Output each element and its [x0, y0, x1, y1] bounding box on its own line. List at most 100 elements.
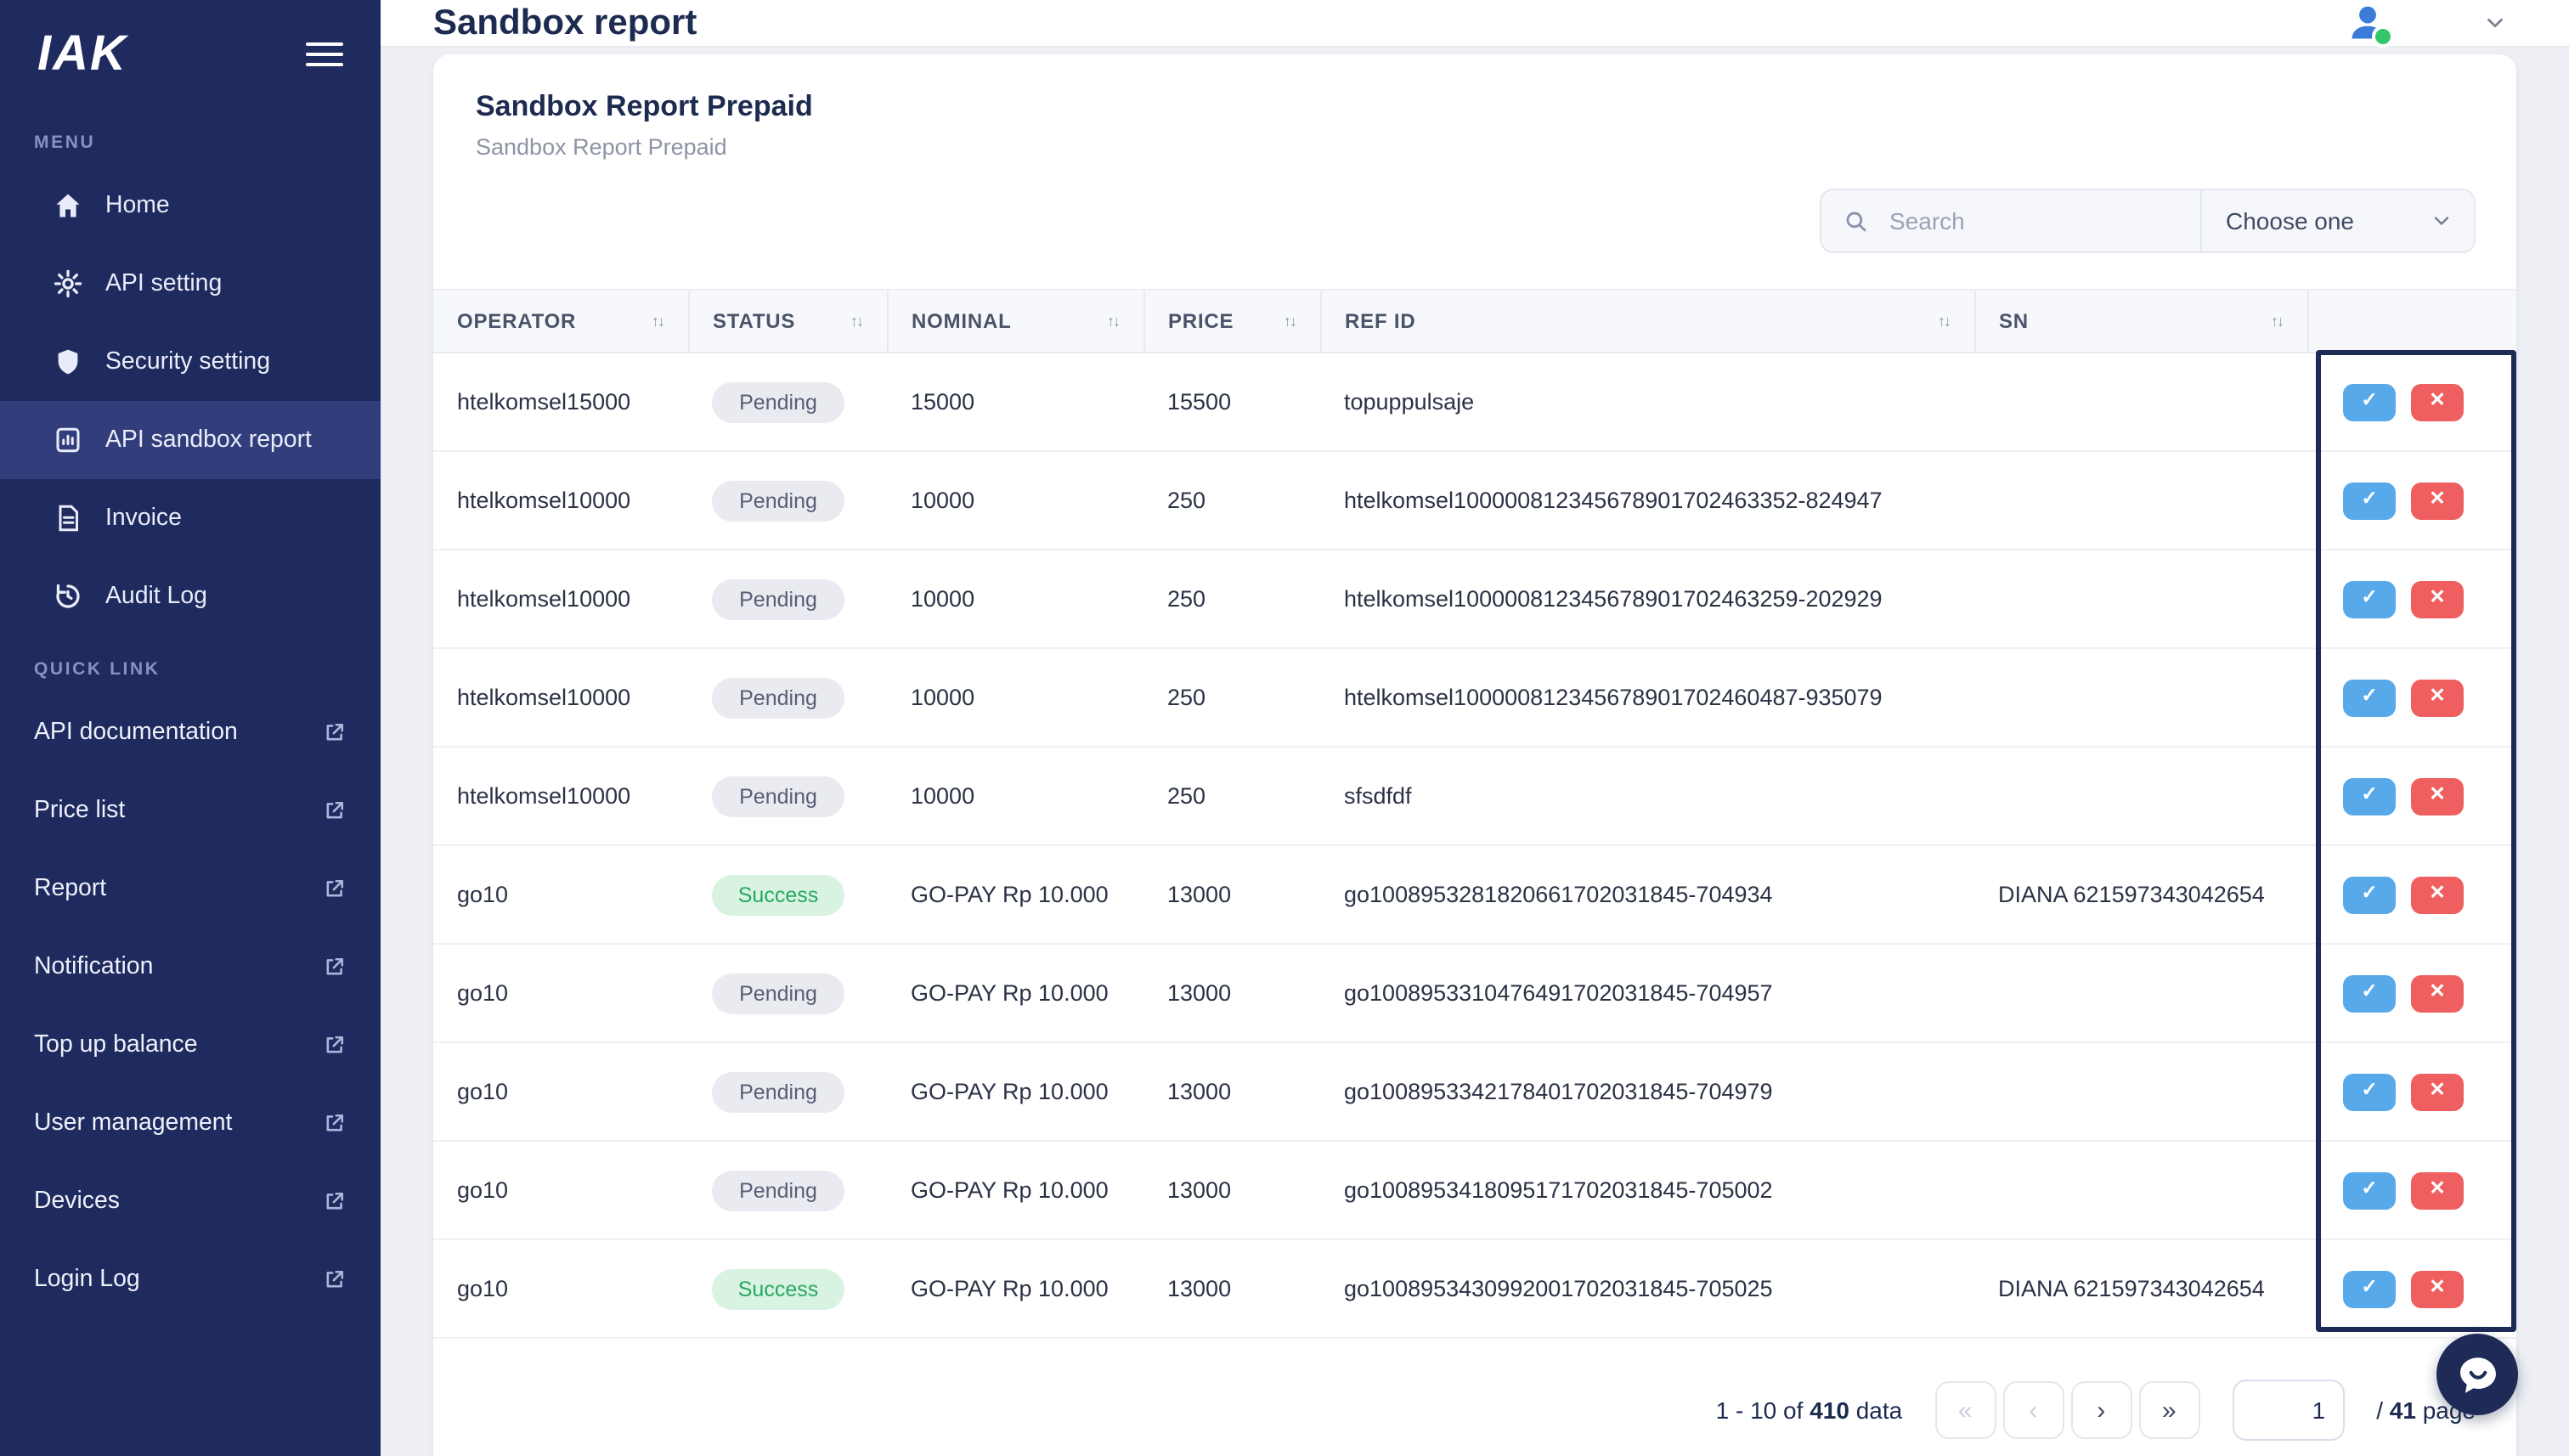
chevron-down-icon[interactable] — [2482, 10, 2508, 36]
check-icon: ✓ — [2361, 1178, 2378, 1199]
close-icon: ✕ — [2429, 390, 2446, 411]
table-row: go10 Pending GO-PAY Rp 10.000 13000 go10… — [433, 1141, 2516, 1240]
prev-page-button[interactable]: ‹ — [2002, 1381, 2064, 1439]
cell-price: 13000 — [1143, 944, 1320, 1043]
approve-button[interactable]: ✓ — [2343, 777, 2396, 815]
sort-icon: ↑↓ — [850, 313, 864, 330]
approve-button[interactable]: ✓ — [2343, 679, 2396, 716]
reject-button[interactable]: ✕ — [2411, 580, 2464, 618]
approve-button[interactable]: ✓ — [2343, 1073, 2396, 1110]
card-header: Sandbox Report Prepaid Sandbox Report Pr… — [433, 54, 2516, 160]
check-icon: ✓ — [2361, 981, 2378, 1002]
cell-actions: ✓ ✕ — [2307, 747, 2516, 846]
user-avatar[interactable] — [2345, 0, 2394, 48]
pager-buttons: « ‹ › » — [1934, 1381, 2200, 1439]
column-header-sn[interactable]: SN ↑↓ — [1973, 289, 2307, 353]
external-link-icon — [323, 1033, 347, 1057]
approve-button[interactable]: ✓ — [2343, 974, 2396, 1012]
sidebar-item-home[interactable]: Home — [0, 166, 381, 245]
approve-button[interactable]: ✓ — [2343, 383, 2396, 420]
status-badge: Pending — [712, 480, 844, 521]
cell-status: Success — [688, 845, 887, 945]
sidebar-item-audit-log[interactable]: Audit Log — [0, 557, 381, 635]
reject-button[interactable]: ✕ — [2411, 383, 2464, 420]
approve-button[interactable]: ✓ — [2343, 482, 2396, 519]
cell-actions: ✓ ✕ — [2307, 451, 2516, 550]
cell-ref-id: sfsdfdf — [1320, 747, 1974, 846]
table-row: htelkomsel10000 Pending 10000 250 htelko… — [433, 648, 2516, 748]
sidebar-item-api-setting[interactable]: API setting — [0, 245, 381, 323]
sidebar-item-api-sandbox-report[interactable]: API sandbox report — [0, 401, 381, 479]
approve-button[interactable]: ✓ — [2343, 1270, 2396, 1307]
reject-button[interactable]: ✕ — [2411, 1171, 2464, 1209]
reject-button[interactable]: ✕ — [2411, 1073, 2464, 1110]
cell-nominal: GO-PAY Rp 10.000 — [887, 1042, 1143, 1142]
quicklink-price-list[interactable]: Price list — [0, 771, 381, 849]
quicklink-login-log[interactable]: Login Log — [0, 1240, 381, 1318]
table-row: go10 Pending GO-PAY Rp 10.000 13000 go10… — [433, 1042, 2516, 1142]
cell-nominal: GO-PAY Rp 10.000 — [887, 845, 1143, 945]
sort-icon: ↑↓ — [1938, 313, 1951, 330]
cell-sn — [1974, 944, 2307, 1043]
column-header-nominal[interactable]: NOMINAL ↑↓ — [886, 289, 1143, 353]
sidebar-item-label: Audit Log — [105, 583, 207, 610]
cell-price: 15500 — [1143, 353, 1320, 452]
menu-section-label: MENU — [34, 133, 96, 153]
reject-button[interactable]: ✕ — [2411, 777, 2464, 815]
cell-operator: htelkomsel10000 — [433, 747, 688, 846]
column-header-price[interactable]: PRICE ↑↓ — [1143, 289, 1320, 353]
card-title: Sandbox Report Prepaid — [476, 90, 813, 122]
first-page-button[interactable]: « — [1934, 1381, 1996, 1439]
external-link-icon — [323, 1111, 347, 1135]
close-icon: ✕ — [2429, 587, 2446, 608]
cell-nominal: 10000 — [887, 648, 1143, 748]
quicklink-user-management[interactable]: User management — [0, 1084, 381, 1162]
cell-status: Pending — [688, 944, 887, 1043]
status-badge: Pending — [712, 578, 844, 619]
filter-dropdown[interactable]: Choose one — [2200, 190, 2474, 251]
reject-button[interactable]: ✕ — [2411, 876, 2464, 913]
last-page-button[interactable]: » — [2138, 1381, 2200, 1439]
sort-icon: ↑↓ — [1107, 313, 1121, 330]
column-header-actions — [2306, 289, 2516, 353]
search-input[interactable] — [1886, 206, 2183, 236]
home-icon — [53, 190, 83, 221]
reject-button[interactable]: ✕ — [2411, 679, 2464, 716]
external-link-icon — [323, 955, 347, 979]
approve-button[interactable]: ✓ — [2343, 580, 2396, 618]
main-area: Sandbox report Sandbox Report Prepaid Sa… — [381, 0, 2569, 1456]
quicklink-report[interactable]: Report — [0, 849, 381, 928]
reject-button[interactable]: ✕ — [2411, 974, 2464, 1012]
sidebar-item-invoice[interactable]: Invoice — [0, 479, 381, 557]
chat-bubble-icon — [2454, 1352, 2500, 1397]
quicklink-devices[interactable]: Devices — [0, 1162, 381, 1240]
column-header-ref-id[interactable]: REF ID ↑↓ — [1319, 289, 1974, 353]
quicklink-top-up-balance[interactable]: Top up balance — [0, 1006, 381, 1084]
sidebar-item-security-setting[interactable]: Security setting — [0, 323, 381, 401]
menu-toggle-icon[interactable] — [306, 30, 343, 80]
close-icon: ✕ — [2429, 686, 2446, 707]
cell-ref-id: go1008953430992001702031845-705025 — [1320, 1239, 1974, 1339]
status-badge: Pending — [712, 1170, 844, 1211]
cell-sn — [1974, 451, 2307, 550]
reject-button[interactable]: ✕ — [2411, 1270, 2464, 1307]
cell-status: Pending — [688, 550, 887, 649]
sort-icon: ↑↓ — [652, 313, 665, 330]
page-title: Sandbox report — [433, 3, 697, 42]
approve-button[interactable]: ✓ — [2343, 876, 2396, 913]
reject-button[interactable]: ✕ — [2411, 482, 2464, 519]
cell-operator: go10 — [433, 1239, 688, 1339]
close-icon: ✕ — [2429, 488, 2446, 510]
next-page-button[interactable]: › — [2070, 1381, 2132, 1439]
page-number-input[interactable] — [2232, 1380, 2345, 1441]
column-header-status[interactable]: STATUS ↑↓ — [687, 289, 887, 353]
cell-ref-id: htelkomsel100000812345678901702460487-93… — [1320, 648, 1974, 748]
chat-widget-button[interactable] — [2436, 1334, 2518, 1415]
approve-button[interactable]: ✓ — [2343, 1171, 2396, 1209]
cell-nominal: 10000 — [887, 747, 1143, 846]
cell-operator: htelkomsel10000 — [433, 451, 688, 550]
check-icon: ✓ — [2361, 784, 2378, 805]
column-header-operator[interactable]: OPERATOR ↑↓ — [433, 289, 688, 353]
quicklink-api-documentation[interactable]: API documentation — [0, 693, 381, 771]
quicklink-notification[interactable]: Notification — [0, 928, 381, 1006]
